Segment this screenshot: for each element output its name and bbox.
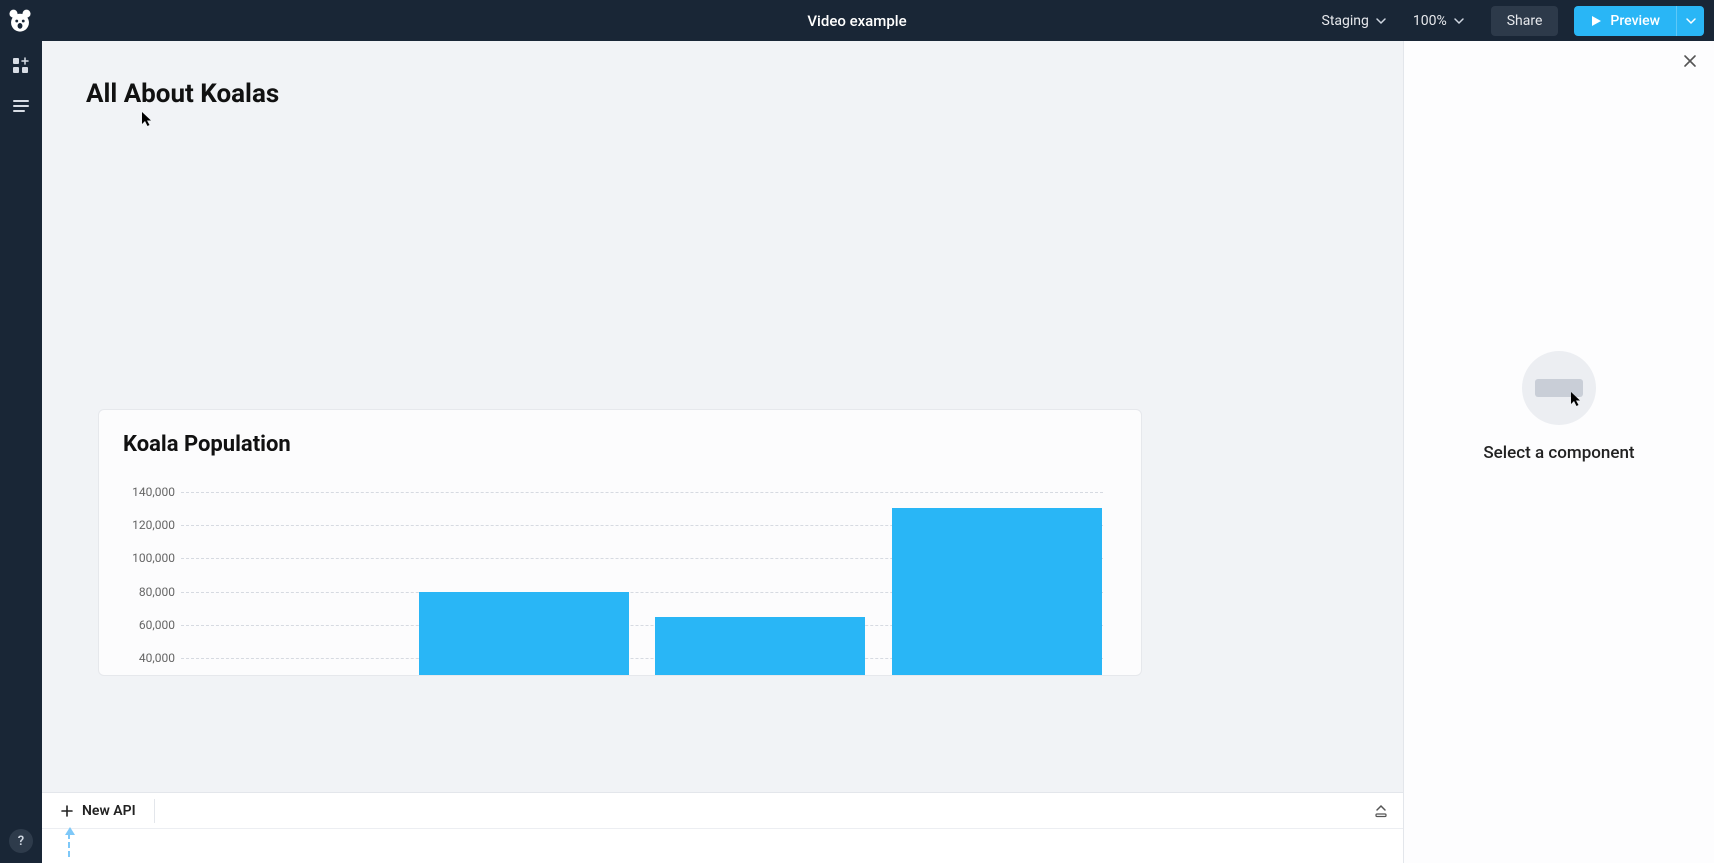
empty-state-text: Select a component <box>1483 443 1634 463</box>
chart-y-tick: 120,000 <box>132 518 175 532</box>
chart-y-tick: 80,000 <box>139 585 175 599</box>
left-toolbar: ? <box>0 41 42 863</box>
koala-logo-icon <box>7 8 33 34</box>
new-api-label: New API <box>82 803 136 819</box>
chevron-up-bar-icon <box>1373 803 1389 819</box>
plus-icon <box>60 804 74 818</box>
zoom-selector[interactable]: 100% <box>1403 7 1475 35</box>
add-component-tool[interactable] <box>6 51 36 81</box>
chart-card[interactable]: Koala Population 40,000 60,000 80,000 100,0… <box>98 409 1142 676</box>
chart-y-tick: 140,000 <box>132 485 175 499</box>
cursor-icon <box>1570 391 1582 407</box>
bottom-tray: New API <box>42 792 1403 863</box>
chart-y-tick: 40,000 <box>139 651 175 665</box>
chart-bar[interactable] <box>419 592 629 675</box>
zoom-label: 100% <box>1413 13 1447 29</box>
right-panel: Select a component <box>1404 41 1714 863</box>
question-mark-icon: ? <box>18 834 24 849</box>
outline-tool[interactable] <box>6 91 36 121</box>
chart-title: Koala Population <box>123 432 1117 457</box>
chart-bar[interactable] <box>892 508 1102 675</box>
environment-label: Staging <box>1322 13 1369 29</box>
preview-button[interactable]: Preview <box>1574 6 1676 36</box>
chevron-down-icon <box>1685 15 1697 27</box>
tray-collapse-button[interactable] <box>1369 799 1393 823</box>
page-title[interactable]: All About Koalas <box>86 79 1359 109</box>
share-button[interactable]: Share <box>1491 6 1559 36</box>
tray-timeline[interactable] <box>42 829 1403 863</box>
preview-label: Preview <box>1610 13 1660 29</box>
add-component-icon <box>12 57 30 75</box>
app-logo[interactable] <box>0 1 40 41</box>
bar-chart: 40,000 60,000 80,000 100,000 120,000 140,000 <box>123 475 1117 675</box>
share-label: Share <box>1507 13 1543 29</box>
chart-y-tick: 100,000 <box>132 551 175 565</box>
empty-state: Select a component <box>1483 351 1634 463</box>
top-bar: Video example Staging 100% Share Preview <box>0 0 1714 41</box>
chevron-down-icon <box>1375 15 1387 27</box>
document-title[interactable]: Video example <box>807 12 906 30</box>
timeline-marker[interactable] <box>68 833 70 857</box>
environment-selector[interactable]: Staging <box>1312 7 1397 35</box>
list-icon <box>12 97 30 115</box>
play-icon <box>1590 15 1602 27</box>
chart-bar[interactable] <box>655 617 865 675</box>
new-api-button[interactable]: New API <box>52 799 144 823</box>
cursor-icon <box>141 111 153 127</box>
help-button[interactable]: ? <box>9 829 33 853</box>
canvas[interactable]: All About Koalas Koala Population 40,000… <box>42 41 1403 792</box>
chevron-down-icon <box>1453 15 1465 27</box>
close-icon <box>1682 53 1698 69</box>
tray-divider <box>154 799 155 823</box>
chart-y-tick: 60,000 <box>139 618 175 632</box>
empty-state-illustration <box>1522 351 1596 425</box>
close-panel-button[interactable] <box>1682 53 1700 71</box>
preview-dropdown-button[interactable] <box>1676 6 1704 36</box>
